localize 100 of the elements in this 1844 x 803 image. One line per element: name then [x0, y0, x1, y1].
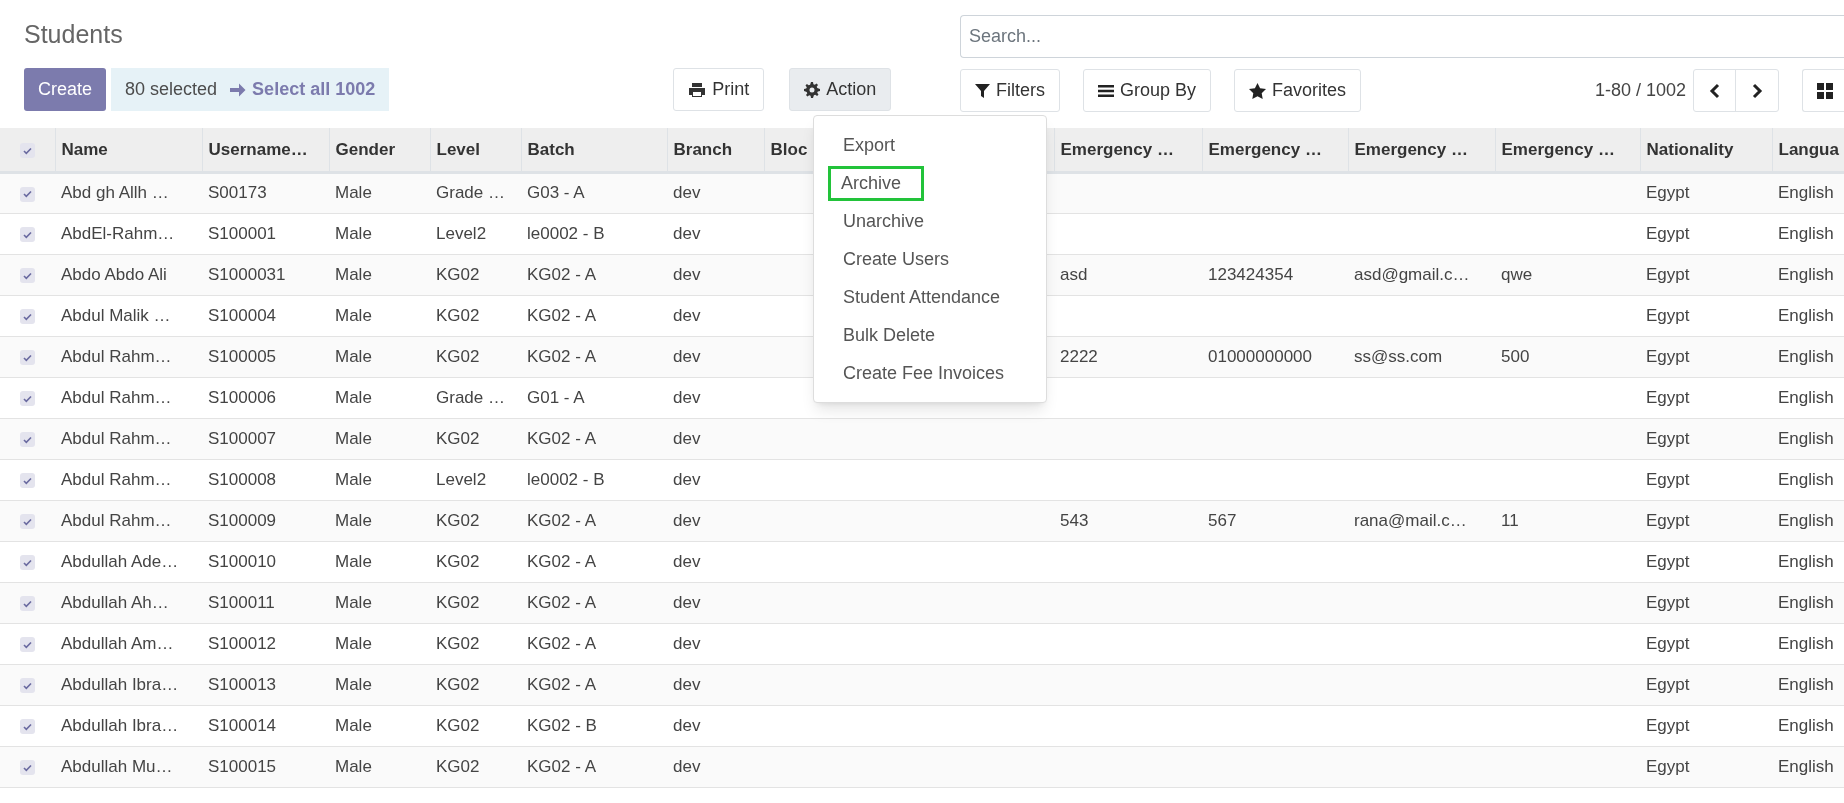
- create-button[interactable]: Create: [24, 68, 107, 111]
- column-header[interactable]: Level: [436, 139, 480, 159]
- column-header[interactable]: Emergency …: [1060, 139, 1174, 159]
- table-cell: Male: [335, 715, 372, 735]
- table-cell: AbdEl-Rahm…: [61, 223, 175, 243]
- table-cell: KG02: [436, 428, 480, 448]
- column-header[interactable]: Username…: [208, 139, 308, 159]
- table-cell: Abdul Malik …: [61, 305, 171, 325]
- table-cell: KG02 - A: [527, 551, 596, 571]
- table-cell: English: [1778, 223, 1834, 243]
- table-cell: Male: [335, 592, 372, 612]
- table-cell: Level2: [436, 469, 487, 489]
- table-cell: Egypt: [1646, 674, 1690, 694]
- checkmark-icon: [23, 435, 32, 444]
- table-cell: KG02 - A: [527, 756, 596, 776]
- favorites-button[interactable]: Favorites: [1234, 69, 1362, 112]
- column-header[interactable]: Langua: [1778, 139, 1839, 159]
- search-field[interactable]: Search...: [960, 15, 1844, 58]
- column-header[interactable]: Branch: [673, 139, 733, 159]
- column-header[interactable]: Bloc: [770, 139, 808, 159]
- table-cell: English: [1778, 715, 1834, 735]
- checkbox[interactable]: [20, 391, 35, 407]
- table-cell: S100013: [208, 674, 277, 694]
- action-button[interactable]: Action: [789, 68, 892, 111]
- table-cell: 567: [1208, 510, 1237, 530]
- checkbox[interactable]: [20, 596, 35, 612]
- checkmark-icon: [23, 190, 32, 199]
- checkbox[interactable]: [20, 309, 35, 325]
- table-cell: Male: [335, 428, 372, 448]
- checkbox[interactable]: [20, 678, 35, 694]
- checkbox[interactable]: [20, 186, 35, 202]
- checkbox[interactable]: [20, 350, 35, 366]
- column-header[interactable]: Emergency …: [1501, 139, 1615, 159]
- table-cell: Egypt: [1646, 305, 1690, 325]
- checkbox[interactable]: [20, 268, 35, 284]
- column-header[interactable]: Emergency …: [1208, 139, 1322, 159]
- checkbox[interactable]: [20, 719, 35, 735]
- checkbox[interactable]: [20, 514, 35, 530]
- checkbox[interactable]: [20, 555, 35, 571]
- table-cell: ss@ss.com: [1354, 346, 1443, 366]
- table-cell: Male: [335, 674, 372, 694]
- filters-button[interactable]: Filters: [960, 69, 1060, 112]
- table-cell: English: [1778, 469, 1834, 489]
- menu-item[interactable]: Create Fee Invoices: [843, 359, 1005, 387]
- checkbox[interactable]: [20, 760, 35, 776]
- table-cell: Abdullah Mu…: [61, 756, 173, 776]
- menu-item[interactable]: Create Users: [843, 245, 950, 273]
- view-switch-button[interactable]: [1802, 69, 1844, 112]
- checkmark-icon: [23, 517, 32, 526]
- table-cell: Grade …: [436, 387, 505, 407]
- table-cell: dev: [673, 715, 701, 735]
- menu-item[interactable]: Unarchive: [843, 207, 925, 235]
- column-header[interactable]: Nationality: [1646, 139, 1734, 159]
- table-cell: Egypt: [1646, 264, 1690, 284]
- table-cell: 2222: [1060, 346, 1098, 366]
- column-header[interactable]: Name: [61, 139, 108, 159]
- table-cell: Male: [335, 387, 372, 407]
- table-cell: Abdul Rahm…: [61, 510, 172, 530]
- checkmark-icon: [23, 312, 32, 321]
- table-cell: Male: [335, 223, 372, 243]
- checkbox[interactable]: [20, 637, 35, 653]
- table-cell: dev: [673, 756, 701, 776]
- table-cell: KG02 - A: [527, 674, 596, 694]
- menu-item[interactable]: Bulk Delete: [843, 321, 936, 349]
- table-cell: Egypt: [1646, 428, 1690, 448]
- table-cell: KG02 - A: [527, 264, 596, 284]
- table-cell: KG02 - A: [527, 428, 596, 448]
- checkbox[interactable]: [20, 432, 35, 448]
- checkmark-icon: [22, 146, 32, 155]
- table-cell: KG02: [436, 633, 480, 653]
- table-cell: KG02: [436, 592, 480, 612]
- table-cell: English: [1778, 346, 1834, 366]
- menu-item[interactable]: Student Attendance: [843, 283, 1001, 311]
- checkbox[interactable]: [20, 227, 35, 243]
- table-cell: Egypt: [1646, 715, 1690, 735]
- selected-count: 80 selected: [125, 78, 218, 101]
- checkbox[interactable]: [19, 143, 35, 158]
- menu-item[interactable]: Archive: [831, 168, 922, 198]
- column-header[interactable]: Emergency …: [1354, 139, 1468, 159]
- checkbox[interactable]: [20, 473, 35, 489]
- table-cell: Egypt: [1646, 633, 1690, 653]
- column-header[interactable]: Gender: [335, 139, 396, 159]
- table-cell: 01000000000: [1208, 346, 1312, 366]
- menu-icon: [1098, 83, 1114, 98]
- table-cell: S100009: [208, 510, 277, 530]
- table-cell: Male: [335, 756, 372, 776]
- table-cell: dev: [673, 346, 701, 366]
- column-header[interactable]: Batch: [527, 139, 575, 159]
- table-cell: le0002 - B: [527, 469, 605, 489]
- filter-icon: [975, 82, 990, 99]
- table-cell: 11: [1501, 510, 1519, 530]
- table-cell: dev: [673, 510, 701, 530]
- table-cell: Male: [335, 183, 372, 203]
- table-cell: S00173: [208, 183, 267, 203]
- table-cell: Abdul Rahm…: [61, 387, 172, 407]
- group-by-button[interactable]: Group By: [1083, 69, 1212, 112]
- grid-icon: [1817, 82, 1833, 99]
- table-cell: qwe: [1501, 264, 1533, 284]
- menu-item[interactable]: Export: [843, 131, 896, 159]
- print-button[interactable]: Print: [673, 68, 765, 111]
